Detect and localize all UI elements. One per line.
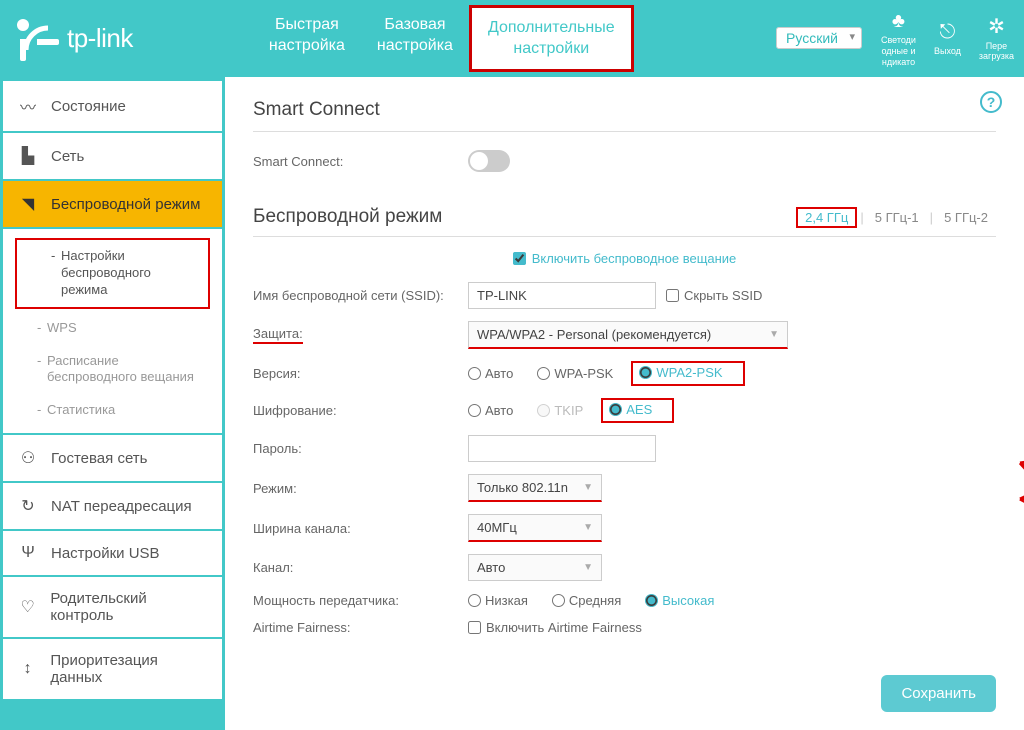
help-icon[interactable]: ?: [980, 91, 1002, 113]
wireless-header: Беспроводной режим 2,4 ГГц | 5 ГГц-1 | 5…: [253, 188, 996, 237]
sub-wps[interactable]: WPS: [3, 312, 222, 345]
tx-high[interactable]: Высокая: [645, 593, 714, 608]
channel-label: Канал:: [253, 560, 468, 575]
usb-icon: Ψ: [19, 544, 37, 562]
password-input[interactable]: [468, 435, 656, 462]
sidebar-network[interactable]: ▙Сеть: [3, 133, 222, 179]
wireless-title: Беспроводной режим: [253, 206, 796, 228]
header-right: Русский ♣Светоди одные и ндикато ⎋Выход …: [775, 9, 1014, 67]
airtime-label: Airtime Fairness:: [253, 620, 468, 635]
band-52[interactable]: 5 ГГц-2: [936, 208, 996, 227]
sub-stats[interactable]: Статистика: [3, 394, 222, 427]
encryption-label: Шифрование:: [253, 403, 468, 418]
airtime-checkbox[interactable]: [468, 621, 481, 634]
hide-ssid-checkbox[interactable]: [666, 289, 679, 302]
enable-radio-label: Включить беспроводное вещание: [532, 251, 737, 266]
tx-mid[interactable]: Средняя: [552, 593, 621, 608]
chevron-down-icon: ▼: [769, 329, 779, 340]
security-label: Защита:: [253, 326, 303, 344]
sidebar-nat[interactable]: ↻NAT переадресация: [3, 483, 222, 529]
chevron-down-icon: ▼: [583, 482, 593, 493]
annotation-arrow: [1015, 455, 1024, 503]
security-select[interactable]: WPA/WPA2 - Personal (рекомендуется)▼: [468, 321, 788, 349]
reboot-icon: ✲: [979, 15, 1014, 39]
network-icon: ▙: [19, 146, 37, 166]
logout-icon: ⎋: [934, 20, 961, 44]
language-select[interactable]: Русский: [775, 26, 863, 50]
sidebar-usb[interactable]: ΨНастройки USB: [3, 531, 222, 575]
version-wpa[interactable]: WPA-PSK: [537, 366, 613, 381]
enable-radio-checkbox[interactable]: [513, 252, 526, 265]
chevron-down-icon: ▼: [583, 522, 593, 533]
wifi-icon: ◥: [19, 194, 37, 214]
airtime-opt[interactable]: Включить Airtime Fairness: [468, 620, 642, 635]
enc-aes[interactable]: AES: [609, 402, 652, 417]
guest-icon: ⚇: [19, 448, 37, 468]
content: ? Smart Connect Smart Connect: Беспровод…: [225, 77, 1024, 730]
smart-connect-toggle[interactable]: [468, 150, 510, 172]
brand-text: tp-link: [67, 23, 133, 54]
top-nav: Быстрая настройка Базовая настройка Допо…: [253, 5, 634, 73]
band-51[interactable]: 5 ГГц-1: [867, 208, 927, 227]
chevron-down-icon: ▼: [583, 562, 593, 573]
ssid-label: Имя беспроводной сети (SSID):: [253, 288, 468, 303]
sidebar-qos[interactable]: ↕Приоритезация данных: [3, 639, 222, 699]
version-wpa2[interactable]: WPA2-PSK: [639, 365, 722, 380]
logout-button[interactable]: ⎋Выход: [934, 20, 961, 57]
led-button[interactable]: ♣Светоди одные и ндикато: [881, 9, 916, 67]
sidebar-parental[interactable]: ♡Родительский контроль: [3, 577, 222, 637]
logo-icon: [15, 17, 59, 61]
width-label: Ширина канала:: [253, 521, 468, 536]
ssid-input[interactable]: [468, 282, 656, 309]
version-auto[interactable]: Авто: [468, 366, 513, 381]
password-label: Пароль:: [253, 441, 468, 456]
sub-wireless-settings[interactable]: Настройки беспроводного режима: [17, 240, 208, 307]
band-24[interactable]: 2,4 ГГц: [796, 207, 857, 228]
enable-radio-row: Включить беспроводное вещание: [253, 237, 996, 276]
logo: tp-link: [15, 17, 133, 61]
sidebar-wireless[interactable]: ◥Беспроводной режим: [3, 181, 222, 227]
sidebar-guest[interactable]: ⚇Гостевая сеть: [3, 435, 222, 481]
tx-low[interactable]: Низкая: [468, 593, 528, 608]
sidebar-status[interactable]: 〰Состояние: [3, 81, 222, 131]
sidebar: 〰Состояние ▙Сеть ◥Беспроводной режим Нас…: [0, 77, 225, 730]
reboot-button[interactable]: ✲Пере загрузка: [979, 15, 1014, 63]
bulb-icon: ♣: [881, 9, 916, 33]
mode-label: Режим:: [253, 481, 468, 496]
enc-tkip[interactable]: TKIP: [537, 403, 583, 418]
smart-connect-title: Smart Connect: [253, 91, 996, 132]
hide-ssid-opt[interactable]: Скрыть SSID: [666, 288, 762, 303]
nat-icon: ↻: [19, 496, 37, 516]
nav-basic[interactable]: Базовая настройка: [361, 5, 469, 73]
version-label: Версия:: [253, 366, 468, 381]
tx-label: Мощность передатчика:: [253, 593, 468, 608]
header: tp-link Быстрая настройка Базовая настро…: [0, 0, 1024, 77]
save-button[interactable]: Сохранить: [881, 675, 996, 712]
mode-select[interactable]: Только 802.11n▼: [468, 474, 602, 502]
smart-connect-label: Smart Connect:: [253, 154, 468, 169]
pulse-icon: 〰: [19, 94, 37, 118]
sidebar-wireless-sub: Настройки беспроводного режима WPS Распи…: [3, 229, 222, 433]
priority-icon: ↕: [19, 660, 36, 678]
sub-schedule[interactable]: Расписание беспроводного вещания: [3, 345, 222, 395]
nav-quick-setup[interactable]: Быстрая настройка: [253, 5, 361, 73]
heart-icon: ♡: [19, 597, 36, 617]
nav-advanced[interactable]: Дополнительные настройки: [469, 5, 634, 73]
width-select[interactable]: 40МГц▼: [468, 514, 602, 542]
channel-select[interactable]: Авто▼: [468, 554, 602, 581]
enc-auto[interactable]: Авто: [468, 403, 513, 418]
